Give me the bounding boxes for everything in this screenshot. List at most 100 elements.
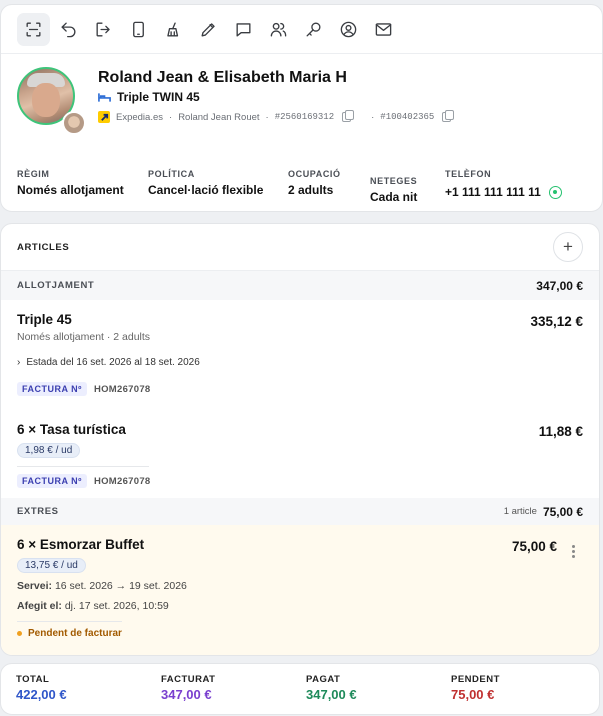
- separator: ·: [265, 111, 269, 123]
- divider: [17, 466, 149, 467]
- cleaning-field: NETEGES Cada nit: [370, 176, 445, 204]
- unit-price-pill: 13,75 € / ud: [17, 558, 86, 573]
- second-guest-avatar[interactable]: [62, 111, 86, 135]
- service-value: 16 set. 2026 → 19 set. 2026: [54, 580, 187, 592]
- booking-reference: #2560169312: [274, 112, 335, 122]
- separator: ·: [371, 111, 375, 123]
- copy-icon[interactable]: [442, 110, 455, 122]
- lodging-label: ALLOTJAMENT: [17, 280, 95, 291]
- total-value: 422,00 €: [16, 687, 67, 702]
- pending-field: PENDENT 75,00 €: [451, 674, 500, 702]
- undo-button[interactable]: [52, 13, 85, 46]
- invoiced-field: FACTURAT 347,00 €: [161, 674, 215, 702]
- copy-icon[interactable]: [342, 110, 355, 122]
- undo-icon: [61, 21, 76, 37]
- separator: ·: [169, 111, 173, 123]
- added-value: dj. 17 set. 2026, 10:59: [64, 600, 169, 612]
- reservation-header-card: Roland Jean & Elisabeth Maria H Triple T…: [0, 4, 603, 212]
- total-label: TOTAL: [16, 674, 50, 685]
- add-article-button[interactable]: +: [553, 232, 583, 262]
- policy-field: POLÍTICA Cancel·lació flexible: [148, 169, 288, 204]
- unit-price-pill: 1,98 € / ud: [17, 443, 81, 458]
- paid-value: 347,00 €: [306, 687, 357, 702]
- room-type: Triple TWIN 45: [98, 90, 200, 104]
- paid-field: PAGAT 347,00 €: [306, 674, 357, 702]
- mail-icon: [375, 22, 392, 36]
- scan-icon: [26, 21, 41, 37]
- stay-dates: Estada del 16 set. 2026 al 18 set. 2026: [26, 357, 200, 368]
- tablet-button[interactable]: [122, 13, 155, 46]
- checkout-button[interactable]: [87, 13, 120, 46]
- occupancy-value: 2 adults: [288, 183, 334, 197]
- paid-label: PAGAT: [306, 674, 341, 685]
- phone-value-row: +1 111 111 111 11: [445, 185, 562, 199]
- regime-label: RÈGIM: [17, 169, 50, 179]
- pending-status-label: Pendent de facturar: [28, 628, 122, 639]
- pending-label: PENDENT: [451, 674, 500, 685]
- stay-toggle[interactable]: › Estada del 16 set. 2026 al 18 set. 202…: [17, 357, 583, 368]
- occupancy-field: OCUPACIÓ 2 adults: [288, 169, 370, 204]
- regime-value: Només allotjament: [17, 183, 124, 197]
- key-button[interactable]: [297, 13, 330, 46]
- chat-icon: [236, 22, 251, 37]
- cleaning-value: Cada nit: [370, 190, 418, 204]
- article-price: 11,88 €: [538, 424, 583, 439]
- broom-icon: [167, 21, 179, 37]
- added-date: Afegit el: dj. 17 set. 2026, 10:59: [17, 600, 583, 612]
- total-field: TOTAL 422,00 €: [16, 674, 67, 702]
- internal-reference: #100402365: [380, 112, 435, 122]
- room-type-label: Triple TWIN 45: [117, 90, 200, 104]
- article-row[interactable]: 6 × Tasa turística 11,88 € 1,98 € / ud F…: [1, 410, 599, 498]
- article-row[interactable]: Triple 45 335,12 € Només allotjament · 2…: [1, 300, 599, 410]
- cleaning-label: NETEGES: [370, 176, 418, 186]
- articles-card: ARTICLES + ALLOTJAMENT 347,00 € Triple 4…: [0, 223, 600, 656]
- divider: [17, 621, 122, 622]
- channel-name: Expedia.es: [116, 111, 164, 123]
- bed-icon: [98, 92, 111, 102]
- invoice-number[interactable]: HOM267078: [94, 476, 151, 487]
- chat-button[interactable]: [227, 13, 260, 46]
- regime-field: RÈGIM Només allotjament: [17, 169, 148, 204]
- invoice-badge: FACTURA Nº: [17, 382, 87, 396]
- user-circle-icon: [340, 21, 357, 37]
- policy-label: POLÍTICA: [148, 169, 195, 179]
- profile-button[interactable]: [332, 13, 365, 46]
- users-icon: [270, 22, 287, 37]
- invoice-ref: FACTURA Nº HOM267078: [17, 382, 583, 396]
- extra-article-row[interactable]: 6 × Esmorzar Buffet 75,00 € 13,75 € / ud…: [1, 525, 599, 655]
- pending-status: Pendent de facturar: [17, 628, 583, 639]
- key-icon: [306, 21, 321, 37]
- invoice-number[interactable]: HOM267078: [94, 384, 151, 395]
- reservation-info-row: RÈGIM Només allotjament POLÍTICA Cancel·…: [17, 169, 562, 204]
- checkout-icon: [96, 21, 110, 37]
- lodging-total: 347,00 €: [536, 278, 583, 293]
- extras-total-group: 1 article 75,00 €: [504, 505, 583, 519]
- tablet-icon: [133, 21, 144, 37]
- booking-meta: Expedia.es · Roland Jean Rouet · #256016…: [98, 110, 455, 123]
- invoice-ref: FACTURA Nº HOM267078: [17, 474, 583, 488]
- phone-label: TELÈFON: [445, 169, 492, 179]
- cleaning-button[interactable]: [157, 13, 190, 46]
- totals-card: TOTAL 422,00 € FACTURAT 347,00 € PAGAT 3…: [0, 663, 600, 715]
- articles-title: ARTICLES: [17, 241, 70, 253]
- whatsapp-icon[interactable]: [548, 185, 562, 199]
- edit-button[interactable]: [192, 13, 225, 46]
- invoice-badge: FACTURA Nº: [17, 474, 87, 488]
- mail-button[interactable]: [367, 13, 400, 46]
- extras-section-header: EXTRES 1 article 75,00 €: [1, 498, 599, 525]
- article-price: 335,12 €: [530, 314, 583, 329]
- phone-value[interactable]: +1 111 111 111 11: [445, 185, 541, 199]
- occupancy-label: OCUPACIÓ: [288, 169, 341, 179]
- status-dot-icon: [17, 631, 22, 636]
- pending-value: 75,00 €: [451, 687, 495, 702]
- more-options-icon[interactable]: [572, 545, 575, 560]
- extras-total: 75,00 €: [542, 504, 583, 519]
- article-subtitle: Només allotjament · 2 adults: [17, 331, 151, 343]
- service-label: Servei:: [17, 580, 53, 592]
- expedia-logo-icon: [98, 111, 110, 123]
- extras-count: 1 article: [503, 506, 537, 517]
- guests-button[interactable]: [262, 13, 295, 46]
- extras-label: EXTRES: [17, 506, 59, 517]
- pencil-icon: [201, 22, 215, 37]
- scan-button[interactable]: [17, 12, 50, 46]
